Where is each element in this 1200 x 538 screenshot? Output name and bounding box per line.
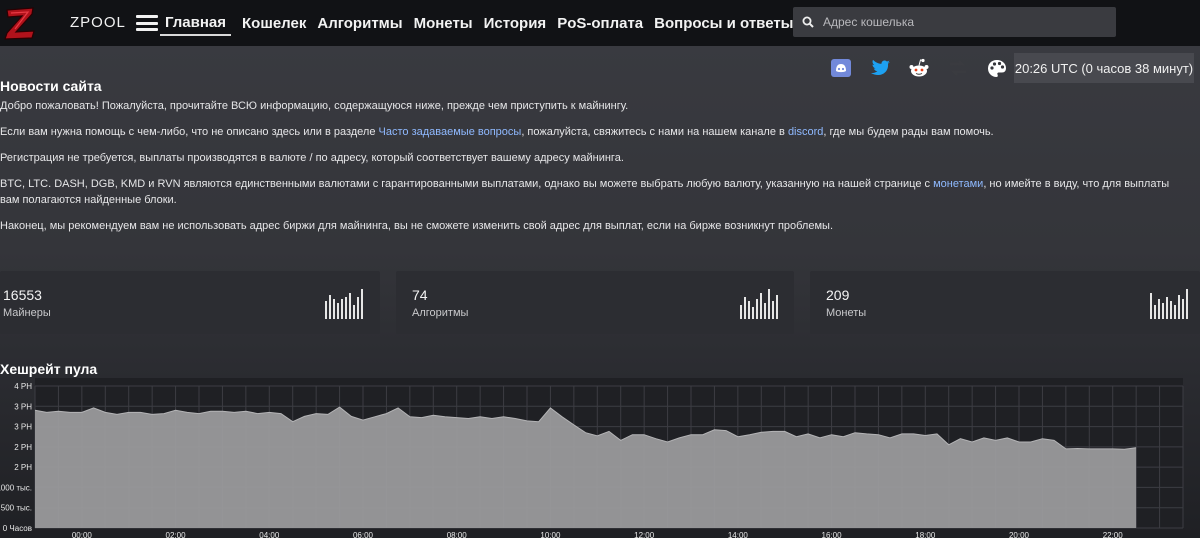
- sparkline-icon: [325, 287, 365, 319]
- news-paragraph: Наконец, мы рекомендуем вам не использов…: [0, 220, 833, 232]
- stat-label: Монеты: [826, 307, 867, 319]
- y-tick-label: 0 Часов: [3, 524, 32, 533]
- y-tick-label: 500 тыс.: [1, 504, 32, 513]
- x-tick-label: 12:00: [634, 531, 655, 538]
- x-tick-label: 14:00: [728, 531, 749, 538]
- chart-title: Хешрейт пула: [0, 361, 98, 377]
- zpool-logo[interactable]: [2, 4, 38, 42]
- news-paragraph: Если вам нужна помощь с чем-либо, что не…: [0, 126, 994, 138]
- coins-link[interactable]: монетами: [933, 178, 983, 190]
- x-tick-label: 16:00: [822, 531, 843, 538]
- sparkline-icon: [1150, 287, 1190, 319]
- news-title: Новости сайта: [0, 78, 102, 94]
- stat-label: Алгоритмы: [412, 307, 469, 319]
- x-tick-label: 20:00: [1009, 531, 1030, 538]
- nav-wallet[interactable]: Кошелек: [242, 11, 306, 35]
- y-tick-label: 2 PH: [14, 443, 32, 452]
- social-links: [830, 57, 1025, 79]
- faq-link[interactable]: Часто задаваемые вопросы: [379, 126, 522, 138]
- twitter-icon[interactable]: [869, 57, 891, 79]
- brand-name[interactable]: ZPOOL: [70, 14, 126, 31]
- top-navbar: ZPOOL Главная Кошелек Алгоритмы Монеты И…: [0, 0, 1200, 46]
- palette-icon[interactable]: [986, 57, 1008, 79]
- discord-link[interactable]: discord: [788, 126, 823, 138]
- stat-value: 209: [826, 287, 850, 303]
- main-nav: Главная Кошелек Алгоритмы Монеты История…: [160, 0, 805, 46]
- nav-algorithms[interactable]: Алгоритмы: [317, 11, 402, 35]
- x-tick-label: 18:00: [915, 531, 936, 538]
- stat-value: 74: [412, 287, 428, 303]
- x-tick-label: 06:00: [353, 531, 374, 538]
- x-tick-label: 00:00: [72, 531, 93, 538]
- hashrate-chart[interactable]: 0 Часов 500 тыс. 1000 тыс. 2 PH 2 PH 3 PH 3 PH…: [0, 378, 1190, 538]
- stat-card-algorithms[interactable]: 74 Алгоритмы: [396, 271, 794, 334]
- nav-home[interactable]: Главная: [160, 10, 232, 36]
- site-news: Новости сайта Добро пожаловать! Пожалуйс…: [0, 78, 1190, 244]
- sparkline-icon: [740, 287, 780, 319]
- exchange-icon[interactable]: [947, 57, 969, 79]
- stat-value: 16553: [3, 287, 42, 303]
- stat-card-coins[interactable]: 209 Монеты: [810, 271, 1200, 334]
- y-tick-label: 3 PH: [14, 423, 32, 432]
- y-tick-label: 4 PH: [14, 382, 32, 391]
- nav-history[interactable]: История: [484, 11, 547, 35]
- stat-card-miners[interactable]: 16553 Майнеры: [0, 271, 380, 334]
- reddit-icon[interactable]: [908, 57, 930, 79]
- y-tick-label: 2 PH: [14, 463, 32, 472]
- wallet-search: [793, 7, 1116, 37]
- news-paragraph: Регистрация не требуется, выплаты произв…: [0, 152, 624, 164]
- nav-faq[interactable]: Вопросы и ответы: [654, 11, 793, 35]
- y-tick-label: 1000 тыс.: [0, 483, 32, 492]
- nav-pos-payment[interactable]: PoS-оплата: [557, 11, 643, 35]
- x-tick-label: 08:00: [447, 531, 468, 538]
- discord-icon[interactable]: [830, 57, 852, 79]
- wallet-address-input[interactable]: [823, 15, 1103, 29]
- news-paragraph: BTC, LTC. DASH, DGB, KMD и RVN являются …: [0, 178, 1170, 206]
- search-icon[interactable]: [793, 16, 823, 28]
- stat-label: Майнеры: [3, 307, 51, 319]
- nav-coins[interactable]: Монеты: [414, 11, 473, 35]
- x-tick-label: 22:00: [1103, 531, 1124, 538]
- x-tick-label: 02:00: [166, 531, 187, 538]
- news-paragraph: Добро пожаловать! Пожалуйста, прочитайте…: [0, 100, 629, 112]
- x-tick-label: 04:00: [259, 531, 280, 538]
- hashrate-chart-svg: 0 Часов 500 тыс. 1000 тыс. 2 PH 2 PH 3 PH 3 PH…: [0, 378, 1184, 538]
- menu-icon[interactable]: [136, 15, 158, 31]
- y-tick-label: 3 PH: [14, 402, 32, 411]
- x-tick-label: 10:00: [540, 531, 561, 538]
